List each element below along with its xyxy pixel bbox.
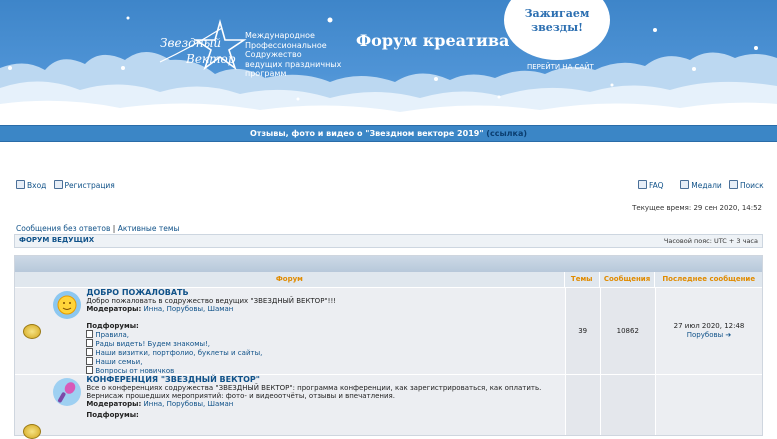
forum-title: Форум креатива	[356, 31, 510, 50]
forum-title-link[interactable]: КОНФЕРЕНЦИЯ "ЗВЕЗДНЫЙ ВЕКТОР"	[86, 376, 563, 384]
announcement-link[interactable]: (ссылка)	[486, 129, 527, 138]
posts-count: 10862	[599, 288, 656, 374]
forum-table: Форум Темы Сообщения Последнее сообщение…	[14, 255, 763, 439]
topics-count: 39	[564, 288, 600, 374]
subforum-link[interactable]: Вопросы от новичков	[86, 366, 563, 375]
table-row: ДОБРО ПОЖАЛОВАТЬ Добро пожаловать в содр…	[15, 287, 762, 375]
breadcrumb-forum-link[interactable]: ФОРУМ ВЕДУЩИХ	[19, 236, 94, 244]
subforums-label: Подфорумы:	[86, 322, 139, 330]
last-post-date: 27 июл 2020, 12:48	[673, 322, 745, 330]
forum-description: Добро пожаловать в содружество ведущих "…	[86, 297, 337, 305]
separator: |	[112, 224, 116, 233]
active-topics-link[interactable]: Активные темы	[118, 224, 180, 233]
register-link[interactable]: Регистрация	[53, 180, 115, 190]
announcement-bar: Отзывы, фото и видео о "Звездном векторе…	[0, 125, 777, 142]
posts-count	[599, 375, 656, 435]
nav-left: Вход Регистрация	[16, 180, 115, 190]
microphone-forum-icon	[52, 378, 81, 406]
subforum-link[interactable]: Наши семьи,	[86, 357, 563, 366]
forum-description: Все о конференциях содружества "ЗВЕЗДНЫЙ…	[86, 384, 542, 400]
register-icon	[53, 180, 63, 189]
breadcrumb: ФОРУМ ВЕДУЩИХ Часовой пояс: UTC + 3 часа	[14, 234, 763, 248]
moderators: Модераторы: Инна, Порубовы, Шаман	[86, 400, 234, 408]
header-topics: Темы	[563, 272, 599, 287]
table-top-bar	[15, 256, 762, 272]
organization-name: Международное Профессиональное Содружест…	[245, 31, 342, 78]
unanswered-posts-link[interactable]: Сообщения без ответов	[16, 224, 110, 233]
subforums-label: Подфорумы:	[86, 411, 139, 419]
logo-text: Звездный	[160, 36, 222, 50]
forum-status-icon	[22, 424, 41, 439]
nav-right: FAQ Медали Поиск	[638, 180, 764, 190]
timezone-label: Часовой пояс: UTC + 3 часа	[663, 237, 758, 245]
moderators: Модераторы: Инна, Порубовы, Шаман	[86, 305, 234, 313]
logo-text-2: Вектор	[186, 52, 236, 66]
faq-link[interactable]: FAQ	[638, 180, 664, 190]
forum-status-icon	[22, 323, 41, 339]
header-forum: Форум	[275, 275, 303, 283]
goto-last-post-icon[interactable]: ➔	[725, 331, 731, 339]
announcement-text: Отзывы, фото и видео о "Звездном векторе…	[249, 129, 484, 138]
search-icon	[728, 180, 738, 189]
subforum-link[interactable]: Рады видеть! Будем знакомы!,	[86, 339, 563, 348]
search-link[interactable]: Поиск	[728, 180, 764, 190]
quick-links: Сообщения без ответов | Активные темы	[16, 224, 179, 233]
topics-count	[564, 375, 600, 435]
main-content: Вход Регистрация FAQ Медали Поиск Текуще…	[0, 150, 777, 439]
login-link[interactable]: Вход	[16, 180, 46, 190]
slogan: Зажигаем звезды!	[524, 7, 590, 34]
current-time: Текущее время: 29 сен 2020, 14:52	[632, 204, 762, 212]
last-post: 27 июл 2020, 12:48 Порубовы ➔	[655, 288, 762, 374]
table-row: КОНФЕРЕНЦИЯ "ЗВЕЗДНЫЙ ВЕКТОР" Все о конф…	[15, 374, 762, 439]
table-header: Форум Темы Сообщения Последнее сообщение	[15, 272, 762, 287]
last-post	[655, 375, 762, 435]
medals-link[interactable]: Медали	[680, 180, 722, 190]
header-posts: Сообщения	[598, 272, 655, 287]
login-icon	[16, 180, 25, 189]
site-banner: Звездный Вектор Международное Профессион…	[0, 0, 777, 122]
sun-forum-icon	[52, 291, 81, 319]
medals-icon	[680, 180, 690, 189]
goto-site-link[interactable]: ПЕРЕЙТИ НА САЙТ	[527, 63, 594, 71]
last-post-author[interactable]: Порубовы	[687, 331, 723, 339]
header-last-post: Последнее сообщение	[654, 272, 762, 287]
subforum-link[interactable]: Правила,	[86, 330, 563, 339]
forum-title-link[interactable]: ДОБРО ПОЖАЛОВАТЬ	[86, 289, 563, 297]
clouds-decoration	[0, 16, 777, 122]
faq-icon	[638, 180, 647, 189]
subforum-link[interactable]: Наши визитки, портфолио, буклеты и сайты…	[86, 348, 563, 357]
